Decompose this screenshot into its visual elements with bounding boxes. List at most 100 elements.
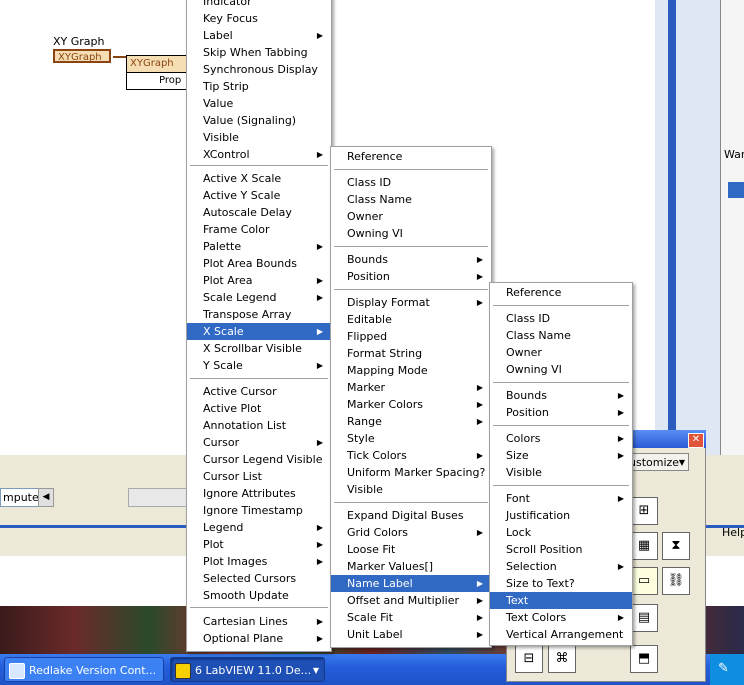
menu-item-marker-colors[interactable]: Marker Colors ▶ <box>331 396 491 413</box>
menu-item-reference[interactable]: Reference <box>490 284 632 301</box>
menu-item-scale-legend[interactable]: Scale Legend ▶ <box>187 289 331 306</box>
menu-item-selected-cursors[interactable]: Selected Cursors <box>187 570 331 587</box>
menu-item-visible[interactable]: Visible <box>187 129 331 146</box>
link-icon[interactable]: ⛓ <box>662 567 690 595</box>
xy-graph-terminal[interactable]: XYGraph <box>53 49 111 63</box>
menu-item-palette[interactable]: Palette ▶ <box>187 238 331 255</box>
menu-item-smooth-update[interactable]: Smooth Update <box>187 587 331 604</box>
menu-item-class-id[interactable]: Class ID <box>331 174 491 191</box>
menu-item-plot-images[interactable]: Plot Images ▶ <box>187 553 331 570</box>
palette-tool-icon[interactable]: ▭ <box>630 567 658 595</box>
menu-item-owner[interactable]: Owner <box>490 344 632 361</box>
palette-tool-icon[interactable]: ⊟ <box>515 645 543 673</box>
menu-item-label[interactable]: Label ▶ <box>187 27 331 44</box>
menu-item-flipped[interactable]: Flipped <box>331 328 491 345</box>
menu-item-owning-vi[interactable]: Owning VI <box>331 225 491 242</box>
menu-item-tick-colors[interactable]: Tick Colors ▶ <box>331 447 491 464</box>
menu-item-skip-when-tabbing[interactable]: Skip When Tabbing <box>187 44 331 61</box>
menu-item-frame-color[interactable]: Frame Color <box>187 221 331 238</box>
palette-tool-icon[interactable]: ⌘ <box>548 645 576 673</box>
menu-item-owner[interactable]: Owner <box>331 208 491 225</box>
menu-item-autoscale-delay[interactable]: Autoscale Delay <box>187 204 331 221</box>
palette-tool-icon[interactable]: ⊞ <box>630 497 658 525</box>
menu-item-tip-strip[interactable]: Tip Strip <box>187 78 331 95</box>
menu-item-cursor-list[interactable]: Cursor List <box>187 468 331 485</box>
menu-item-class-name[interactable]: Class Name <box>331 191 491 208</box>
menu-item-key-focus[interactable]: Key Focus <box>187 10 331 27</box>
menu-item-active-y-scale[interactable]: Active Y Scale <box>187 187 331 204</box>
menu-item-plot[interactable]: Plot ▶ <box>187 536 331 553</box>
horizontal-scrollbar-thumb[interactable] <box>128 488 190 507</box>
menu-item-bounds[interactable]: Bounds ▶ <box>331 251 491 268</box>
taskbar-button-labview[interactable]: 6 LabVIEW 11.0 De... ▼ <box>170 657 325 682</box>
menu-item-cartesian-lines[interactable]: Cartesian Lines ▶ <box>187 613 331 630</box>
menu-item-position[interactable]: Position ▶ <box>490 404 632 421</box>
menu-item-value[interactable]: Value <box>187 95 331 112</box>
menu-item-text[interactable]: Text <box>490 592 632 609</box>
menu-item-ignore-attributes[interactable]: Ignore Attributes <box>187 485 331 502</box>
menu-item-scale-fit[interactable]: Scale Fit ▶ <box>331 609 491 626</box>
tray-pen-icon[interactable]: ✎ <box>718 661 729 676</box>
menu-item-style[interactable]: Style <box>331 430 491 447</box>
menu-item-class-name[interactable]: Class Name <box>490 327 632 344</box>
menu-item-optional-plane[interactable]: Optional Plane ▶ <box>187 630 331 647</box>
menu-item-selection[interactable]: Selection ▶ <box>490 558 632 575</box>
menu-item-plot-area-bounds[interactable]: Plot Area Bounds <box>187 255 331 272</box>
menu-item-position[interactable]: Position ▶ <box>331 268 491 285</box>
palette-tool-icon[interactable]: ⬒ <box>630 645 658 673</box>
menu-item-synchronous-display[interactable]: Synchronous Display <box>187 61 331 78</box>
menu-item-cursor-legend-visible[interactable]: Cursor Legend Visible <box>187 451 331 468</box>
property-node[interactable]: XYGraph Prop <box>126 55 190 90</box>
menu-item-marker[interactable]: Marker ▶ <box>331 379 491 396</box>
menu-item-owning-vi[interactable]: Owning VI <box>490 361 632 378</box>
menu-item-size[interactable]: Size ▶ <box>490 447 632 464</box>
menu-item-marker-values[interactable]: Marker Values[] <box>331 558 491 575</box>
taskbar-button-redlake[interactable]: Redlake Version Cont... <box>4 657 164 682</box>
menu-item-value-signaling[interactable]: Value (Signaling) <box>187 112 331 129</box>
menu-item-reference[interactable]: Reference <box>331 148 491 165</box>
menu-item-annotation-list[interactable]: Annotation List <box>187 417 331 434</box>
menu-item-y-scale[interactable]: Y Scale ▶ <box>187 357 331 374</box>
menu-item-display-format[interactable]: Display Format ▶ <box>331 294 491 311</box>
help-label[interactable]: Help <box>722 526 744 539</box>
menu-item-editable[interactable]: Editable <box>331 311 491 328</box>
menu-item-indicator[interactable]: Indicator <box>187 0 331 10</box>
menu-item-bounds[interactable]: Bounds ▶ <box>490 387 632 404</box>
menu-item-justification[interactable]: Justification <box>490 507 632 524</box>
menu-item-unit-label[interactable]: Unit Label ▶ <box>331 626 491 643</box>
menu-item-plot-area[interactable]: Plot Area ▶ <box>187 272 331 289</box>
menu-item-active-x-scale[interactable]: Active X Scale <box>187 170 331 187</box>
palette-tool-icon[interactable]: ▦ <box>630 532 658 560</box>
menu-item-range[interactable]: Range ▶ <box>331 413 491 430</box>
menu-item-text-colors[interactable]: Text Colors ▶ <box>490 609 632 626</box>
menu-item-x-scrollbar-visible[interactable]: X Scrollbar Visible <box>187 340 331 357</box>
menu-item-loose-fit[interactable]: Loose Fit <box>331 541 491 558</box>
menu-item-lock[interactable]: Lock <box>490 524 632 541</box>
menu-item-transpose-array[interactable]: Transpose Array <box>187 306 331 323</box>
palette-tool-icon[interactable]: ⧗ <box>662 532 690 560</box>
close-icon[interactable]: ✕ <box>688 433 704 448</box>
menu-item-colors[interactable]: Colors ▶ <box>490 430 632 447</box>
menu-item-active-cursor[interactable]: Active Cursor <box>187 383 331 400</box>
menu-item-visible[interactable]: Visible <box>331 481 491 498</box>
menu-item-mapping-mode[interactable]: Mapping Mode <box>331 362 491 379</box>
menu-item-cursor[interactable]: Cursor ▶ <box>187 434 331 451</box>
menu-item-expand-digital-buses[interactable]: Expand Digital Buses <box>331 507 491 524</box>
menu-item-legend[interactable]: Legend ▶ <box>187 519 331 536</box>
menu-item-vertical-arrangement[interactable]: Vertical Arrangement <box>490 626 632 643</box>
menu-item-xcontrol[interactable]: XControl ▶ <box>187 146 331 163</box>
menu-item-scroll-position[interactable]: Scroll Position <box>490 541 632 558</box>
customize-button[interactable]: ustomize ▼ <box>625 453 689 471</box>
menu-item-visible[interactable]: Visible <box>490 464 632 481</box>
menu-item-x-scale[interactable]: X Scale ▶ <box>187 323 331 340</box>
palette-tool-icon[interactable]: ▤ <box>630 604 658 632</box>
computer-field[interactable]: mputer <box>0 488 43 507</box>
menu-item-name-label[interactable]: Name Label ▶ <box>331 575 491 592</box>
menu-item-class-id[interactable]: Class ID <box>490 310 632 327</box>
menu-item-active-plot[interactable]: Active Plot <box>187 400 331 417</box>
scroll-left-arrow-icon[interactable]: ◀ <box>38 488 54 507</box>
menu-item-uniform-marker-spacing[interactable]: Uniform Marker Spacing? <box>331 464 491 481</box>
menu-item-grid-colors[interactable]: Grid Colors ▶ <box>331 524 491 541</box>
menu-item-format-string[interactable]: Format String <box>331 345 491 362</box>
menu-item-offset-and-multiplier[interactable]: Offset and Multiplier ▶ <box>331 592 491 609</box>
